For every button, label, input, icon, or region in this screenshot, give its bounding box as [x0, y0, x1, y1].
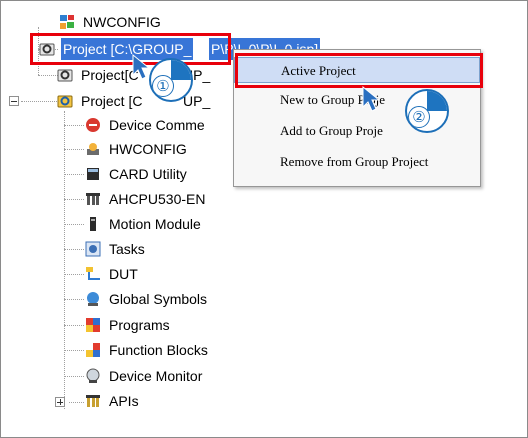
tree-item-label: CARD Utility — [109, 166, 187, 182]
global-symbols-icon — [87, 292, 99, 306]
menu-item-label: Add to Group Proje — [280, 123, 383, 138]
tree-line — [64, 111, 65, 409]
step-number: ② — [408, 106, 430, 128]
tree-item-label: Function Blocks — [109, 342, 208, 358]
device-comment-icon — [86, 118, 100, 132]
nwconfig-icon — [60, 15, 74, 29]
tree-item-label: APIs — [109, 393, 139, 409]
tree-line — [21, 101, 57, 102]
step-callout-2: ② — [405, 89, 449, 133]
menu-item-label: Remove from Group Project — [280, 154, 429, 169]
callout-quadrant — [427, 91, 447, 111]
tree-item-label: DUT — [109, 266, 138, 282]
collapse-toggle[interactable] — [9, 96, 19, 106]
dut-icon — [86, 267, 100, 280]
tree-item-label: Motion Module — [109, 216, 201, 232]
card-utility-icon — [87, 168, 99, 180]
project-tree-panel: NWCONFIG Project [C:\GROUP_ P\P\L 0\P\L … — [0, 0, 528, 438]
tree-item-label: Global Symbols — [109, 291, 208, 307]
screenshot-canvas: NWCONFIG Project [C:\GROUP_ P\P\L 0\P\L … — [0, 0, 528, 438]
tree-item-label: Device Monitor — [109, 368, 203, 384]
tree-line — [64, 174, 84, 175]
tree-item-label: NWCONFIG — [83, 14, 161, 30]
tree-item-label: HWCONFIG — [109, 141, 187, 157]
step-callout-1: ① — [149, 58, 193, 102]
tasks-icon — [85, 241, 101, 257]
tree-line — [38, 75, 58, 76]
tree-item-label: AHCPU530-EN — [109, 191, 206, 207]
tree-item-label: Tasks — [109, 241, 145, 257]
menu-item-remove-from-group-project[interactable]: Remove from Group Project — [234, 149, 480, 175]
tree-line — [64, 224, 84, 225]
tree-line — [69, 402, 84, 403]
project-icon — [57, 69, 73, 82]
tree-line — [64, 299, 84, 300]
tree-line — [64, 249, 84, 250]
programs-icon — [86, 318, 100, 332]
tree-line — [64, 376, 84, 377]
tree-line — [64, 325, 84, 326]
function-blocks-icon — [86, 343, 100, 357]
device-monitor-icon — [86, 368, 100, 383]
motion-module-icon — [90, 217, 96, 231]
tree-item-label: Programs — [109, 317, 170, 333]
tree-item-label: Device Comme — [109, 117, 205, 133]
tree-line — [64, 350, 84, 351]
callout-quadrant — [171, 60, 191, 80]
cpu-icon — [86, 193, 100, 205]
tree-line — [64, 199, 84, 200]
tree-line — [64, 125, 84, 126]
hwconfig-icon — [87, 143, 99, 155]
expand-toggle[interactable] — [55, 397, 65, 407]
arrow-cursor-icon — [362, 85, 381, 112]
step-number: ① — [152, 75, 174, 97]
tree-line — [64, 274, 84, 275]
tree-item-label: Project [C — [81, 93, 143, 109]
project-active-icon — [57, 95, 73, 108]
apis-icon — [86, 395, 100, 407]
highlight-box-active-project — [235, 53, 483, 88]
tree-line — [64, 149, 84, 150]
